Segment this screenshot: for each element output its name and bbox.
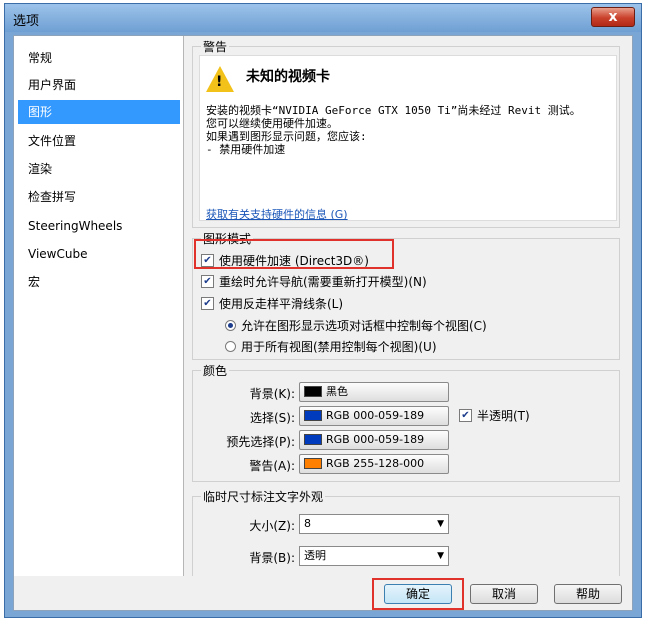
sidebar-item-user-interface[interactable]: 用户界面	[18, 73, 180, 97]
radio-each-view[interactable]	[225, 320, 236, 331]
sidebar-item-rendering[interactable]: 渲染	[18, 157, 180, 181]
size-combo[interactable]: 8 ▼	[299, 514, 449, 534]
dim-background-dropdown-icon[interactable]: ▼	[437, 547, 444, 565]
size-value: 8	[304, 517, 311, 530]
warning-line-4: - 禁用硬件加速	[206, 143, 286, 156]
close-button[interactable]: x	[591, 7, 635, 27]
highlight-hw-accel	[194, 239, 394, 269]
sidebar-item-viewcube[interactable]: ViewCube	[18, 242, 180, 266]
colors-group: 颜色 背景(K): 黑色 选择(S): RGB 000-059-189 ✔ 半透明…	[192, 362, 620, 482]
redraw-nav-label: 重绘时允许导航(需要重新打开模型)(N)	[219, 275, 427, 289]
selection-color-button[interactable]: RGB 000-059-189	[299, 406, 449, 426]
alert-color-swatch	[304, 457, 322, 469]
dim-background-value: 透明	[304, 549, 326, 562]
alert-color-label: 警告(A):	[249, 459, 295, 473]
alert-color-value: RGB 255-128-000	[326, 457, 425, 470]
settings-panel: 警告 ! 未知的视频卡 安装的视频卡“NVIDIA GeForce GTX 10…	[192, 36, 628, 576]
preselection-color-button[interactable]: RGB 000-059-189	[299, 430, 449, 450]
warning-heading: 未知的视频卡	[246, 69, 330, 85]
category-sidebar: 常规 用户界面 图形 文件位置 渲染 检查拼写 SteeringWheels V…	[14, 36, 184, 576]
sidebar-item-macros[interactable]: 宏	[18, 270, 180, 294]
dim-background-combo[interactable]: 透明 ▼	[299, 546, 449, 566]
redraw-nav-checkbox[interactable]: ✔	[201, 275, 214, 288]
dim-background-label: 背景(B):	[249, 551, 295, 565]
dialog-buttons: 确定 取消 帮助	[14, 576, 632, 610]
radio-each-view-label: 允许在图形显示选项对话框中控制每个视图(C)	[241, 319, 487, 333]
semi-transparent-label: 半透明(T)	[477, 409, 530, 423]
warning-box: ! 未知的视频卡 安装的视频卡“NVIDIA GeForce GTX 1050 …	[199, 55, 617, 221]
preselection-color-swatch	[304, 433, 322, 445]
semi-transparent-checkbox[interactable]: ✔	[459, 409, 472, 422]
redraw-nav-option[interactable]: ✔ 重绘时允许导航(需要重新打开模型)(N)	[201, 273, 427, 291]
warning-group: 警告 ! 未知的视频卡 安装的视频卡“NVIDIA GeForce GTX 10…	[192, 38, 620, 228]
background-color-label: 背景(K):	[249, 387, 295, 401]
temp-dims-title: 临时尺寸标注文字外观	[201, 488, 326, 505]
selection-color-label: 选择(S):	[249, 411, 295, 425]
background-color-button[interactable]: 黑色	[299, 382, 449, 402]
colors-title: 颜色	[201, 362, 230, 379]
size-label: 大小(Z):	[249, 519, 295, 533]
help-button[interactable]: 帮助	[554, 584, 622, 604]
hardware-info-link[interactable]: 获取有关支持硬件的信息 (G)	[206, 206, 348, 222]
radio-all-views[interactable]	[225, 341, 236, 352]
sidebar-item-spelling[interactable]: 检查拼写	[18, 185, 180, 209]
title-bar[interactable]: 选项 x	[5, 4, 641, 32]
background-color-swatch	[304, 385, 322, 397]
temp-dims-group: 临时尺寸标注文字外观 大小(Z): 8 ▼ 背景(B): 透明 ▼	[192, 488, 620, 576]
background-color-value: 黑色	[326, 385, 348, 398]
options-dialog: 选项 x 常规 用户界面 图形 文件位置 渲染 检查拼写 SteeringWhe…	[4, 3, 642, 618]
dialog-client: 常规 用户界面 图形 文件位置 渲染 检查拼写 SteeringWheels V…	[13, 35, 633, 611]
sidebar-item-graphics[interactable]: 图形	[18, 100, 180, 124]
selection-color-value: RGB 000-059-189	[326, 409, 425, 422]
dialog-title: 选项	[13, 14, 40, 29]
semi-transparent-option[interactable]: ✔ 半透明(T)	[459, 407, 530, 425]
radio-all-views-option[interactable]: 用于所有视图(禁用控制每个视图)(U)	[225, 338, 437, 356]
selection-color-swatch	[304, 409, 322, 421]
highlight-ok	[372, 578, 464, 610]
size-dropdown-icon[interactable]: ▼	[437, 515, 444, 533]
antialias-label: 使用反走样平滑线条(L)	[219, 297, 344, 311]
warning-group-title: 警告	[201, 38, 230, 55]
preselection-color-label: 预先选择(P):	[226, 435, 295, 449]
radio-each-view-option[interactable]: 允许在图形显示选项对话框中控制每个视图(C)	[225, 317, 487, 335]
sidebar-item-file-locations[interactable]: 文件位置	[18, 129, 180, 153]
antialias-checkbox[interactable]: ✔	[201, 297, 214, 310]
alert-color-button[interactable]: RGB 255-128-000	[299, 454, 449, 474]
sidebar-item-steeringwheels[interactable]: SteeringWheels	[18, 214, 180, 238]
preselection-color-value: RGB 000-059-189	[326, 433, 425, 446]
warning-icon-mark: !	[216, 74, 223, 90]
radio-all-views-label: 用于所有视图(禁用控制每个视图)(U)	[241, 340, 437, 354]
sidebar-item-general[interactable]: 常规	[18, 46, 180, 70]
antialias-option[interactable]: ✔ 使用反走样平滑线条(L)	[201, 295, 343, 313]
cancel-button[interactable]: 取消	[470, 584, 538, 604]
